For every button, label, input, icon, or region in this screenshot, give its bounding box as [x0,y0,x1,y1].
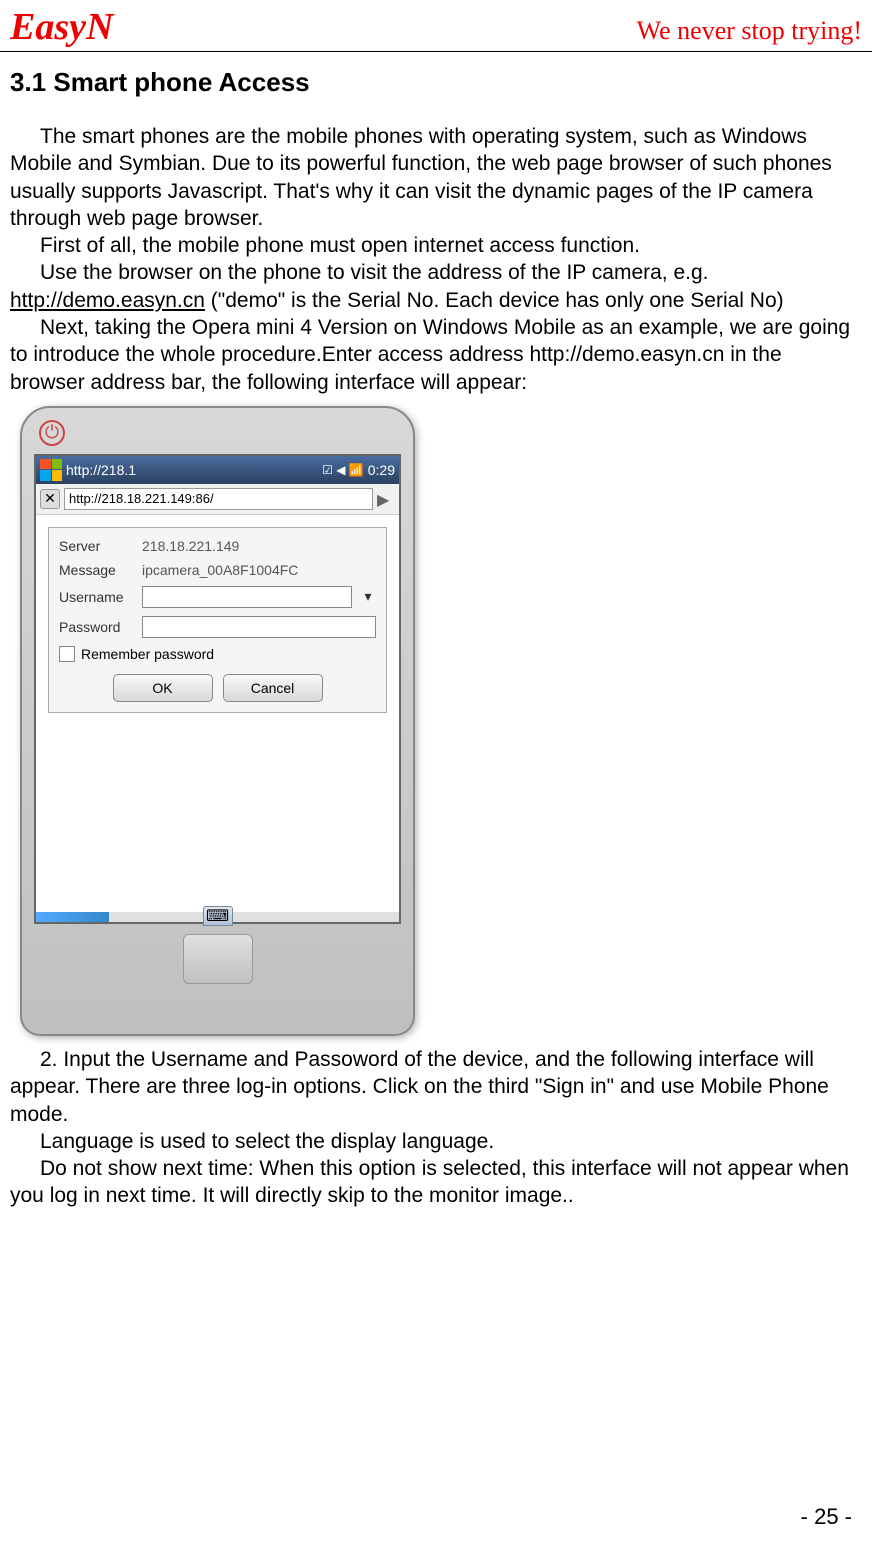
taskbar-url: http://218.1 [66,462,318,478]
phone-buttons [34,924,401,1014]
phone-frame: ⏻ http://218.1 ☑ ◀ 📶 0:29 ✕ ▶ Server 218… [20,406,415,1036]
go-arrow-icon[interactable]: ▶ [377,490,395,508]
stop-icon[interactable]: ✕ [40,489,60,509]
remember-checkbox[interactable] [59,646,75,662]
login-dialog: Server 218.18.221.149 Message ipcamera_0… [48,527,387,713]
paragraph-7: Do not show next time: When this option … [10,1155,862,1210]
server-value: 218.18.221.149 [142,538,239,554]
windows-start-icon [40,459,62,481]
paragraph-6: Language is used to select the display l… [10,1128,862,1155]
username-input[interactable] [142,586,352,608]
taskbar: http://218.1 ☑ ◀ 📶 0:29 [36,456,399,484]
address-bar: ✕ ▶ [36,484,399,515]
tagline-text: We never stop trying! [637,16,862,46]
cancel-button[interactable]: Cancel [223,674,323,702]
message-value: ipcamera_00A8F1004FC [142,562,298,578]
taskbar-time: 0:29 [368,462,395,478]
power-icon: ⏻ [39,420,65,446]
message-label: Message [59,562,134,578]
server-label: Server [59,538,134,554]
keyboard-icon[interactable]: ⌨ [203,906,233,926]
body-content: The smart phones are the mobile phones w… [0,123,872,396]
page-number: - 25 - [801,1504,852,1530]
paragraph-3: Use the browser on the phone to visit th… [10,259,862,314]
paragraph-5: 2. Input the Username and Passoword of t… [10,1046,862,1128]
paragraph-1: The smart phones are the mobile phones w… [10,123,862,232]
progress-bar: ⌨ [36,912,399,922]
dpad-icon [183,934,253,984]
page-header: EasyN We never stop trying! [0,0,872,52]
paragraph-4: Next, taking the Opera mini 4 Version on… [10,314,862,396]
ok-button[interactable]: OK [113,674,213,702]
dropdown-arrow-icon[interactable]: ▾ [360,588,376,605]
taskbar-status-icons: ☑ ◀ 📶 [322,463,364,477]
body-content-2: 2. Input the Username and Passoword of t… [0,1046,872,1210]
logo-text: EasyN [10,5,113,49]
paragraph-2: First of all, the mobile phone must open… [10,232,862,259]
phone-screen: http://218.1 ☑ ◀ 📶 0:29 ✕ ▶ Server 218.1… [34,454,401,924]
remember-label: Remember password [81,646,214,662]
demo-link[interactable]: http://demo.easyn.cn [10,289,205,312]
url-input[interactable] [64,488,373,510]
password-label: Password [59,619,134,635]
password-input[interactable] [142,616,376,638]
username-label: Username [59,589,134,605]
phone-screenshot: ⏻ http://218.1 ☑ ◀ 📶 0:29 ✕ ▶ Server 218… [20,406,852,1036]
section-title: 3.1 Smart phone Access [0,52,872,123]
